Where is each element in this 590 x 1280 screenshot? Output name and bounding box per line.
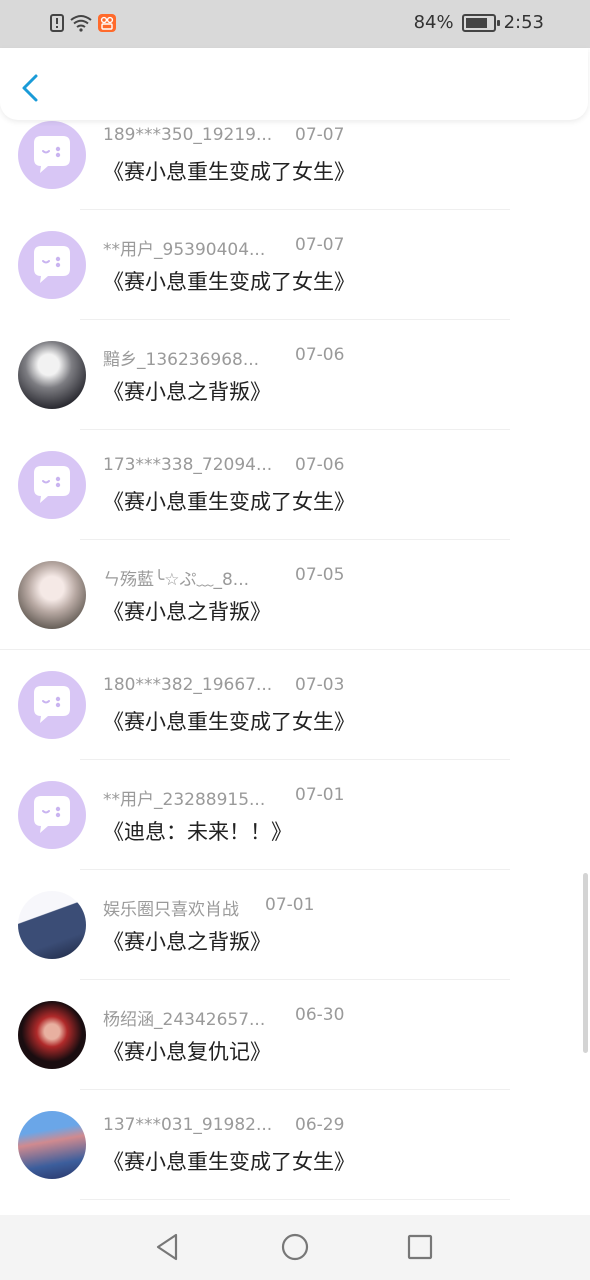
item-meta: 137***031_91982... 06-29 xyxy=(103,1115,344,1139)
divider xyxy=(0,649,590,650)
user-photo-avatar[interactable] xyxy=(18,561,86,629)
home-circle-icon xyxy=(281,1233,309,1261)
user-photo-avatar[interactable] xyxy=(18,341,86,409)
app-notification-icon xyxy=(98,14,116,32)
divider xyxy=(80,1199,510,1200)
story-title[interactable]: 《赛小息重生变成了女生》 xyxy=(103,706,355,736)
chat-bubble-avatar[interactable] xyxy=(18,671,86,739)
item-meta: **用户_23288915... 07-01 xyxy=(103,785,345,810)
item-meta: 杨绍涵_24342657... 06-30 xyxy=(103,1005,345,1030)
chat-bubble-avatar[interactable] xyxy=(18,781,86,849)
charging-battery-icon xyxy=(461,13,500,32)
user-photo-avatar[interactable] xyxy=(18,1111,86,1179)
status-icons-left xyxy=(50,14,116,32)
list-item[interactable]: 180***382_19667... 07-03 《赛小息重生变成了女生》 xyxy=(0,670,590,780)
chat-bubble-avatar[interactable] xyxy=(18,121,86,189)
story-title[interactable]: 《赛小息重生变成了女生》 xyxy=(103,1146,355,1176)
list-item[interactable]: 娱乐圈只喜欢肖战 07-01 《赛小息之背叛》 xyxy=(0,890,590,1000)
username: **用户_95390404... xyxy=(103,240,266,260)
item-meta: **用户_95390404... 07-07 xyxy=(103,235,345,260)
username: 杨绍涵_24342657... xyxy=(103,1010,266,1030)
story-list[interactable]: 189***350_19219... 07-07 《赛小息重生变成了女生》 **用户_… xyxy=(0,120,590,1215)
story-title[interactable]: 《赛小息重生变成了女生》 xyxy=(103,156,355,186)
scrollbar[interactable] xyxy=(583,873,588,1053)
story-title[interactable]: 《迪息：未来！！》 xyxy=(103,816,292,846)
item-meta: 180***382_19667... 07-03 xyxy=(103,675,344,699)
divider xyxy=(80,209,510,210)
username: ㄣ殇藍╰☆ぷ﹏_8... xyxy=(103,570,250,590)
item-meta: 娱乐圈只喜欢肖战 07-01 xyxy=(103,895,315,920)
chevron-left-icon xyxy=(22,74,38,102)
alert-icon xyxy=(50,14,64,32)
date: 06-29 xyxy=(295,1115,345,1135)
chat-bubble-icon xyxy=(34,246,70,283)
clock: 2:53 xyxy=(503,12,544,33)
user-photo-avatar[interactable] xyxy=(18,891,86,959)
item-meta: 189***350_19219... 07-07 xyxy=(103,125,344,149)
chat-bubble-avatar[interactable] xyxy=(18,451,86,519)
divider xyxy=(80,759,510,760)
story-title[interactable]: 《赛小息之背叛》 xyxy=(103,596,271,626)
list-item[interactable]: 杨绍涵_24342657... 06-30 《赛小息复仇记》 xyxy=(0,1000,590,1110)
chat-bubble-icon xyxy=(34,686,70,723)
story-title[interactable]: 《赛小息复仇记》 xyxy=(103,1036,271,1066)
status-bar: 84% 2:53 xyxy=(0,0,590,48)
list-item[interactable]: 黯乡_136236968... 07-06 《赛小息之背叛》 xyxy=(0,340,590,450)
divider xyxy=(80,869,510,870)
divider xyxy=(80,979,510,980)
top-app-bar xyxy=(0,48,588,120)
system-navigation-bar xyxy=(0,1215,590,1280)
divider xyxy=(80,1089,510,1090)
story-title[interactable]: 《赛小息重生变成了女生》 xyxy=(103,266,355,296)
username: 180***382_19667... xyxy=(103,675,273,695)
nav-home-button[interactable] xyxy=(279,1231,311,1263)
divider xyxy=(80,319,510,320)
back-triangle-icon xyxy=(156,1233,178,1261)
date: 07-06 xyxy=(295,345,345,365)
list-item[interactable]: 137***031_91982... 06-29 《赛小息重生变成了女生》 xyxy=(0,1110,590,1215)
chat-bubble-avatar[interactable] xyxy=(18,231,86,299)
list-item[interactable]: **用户_95390404... 07-07 《赛小息重生变成了女生》 xyxy=(0,230,590,340)
username: 黯乡_136236968... xyxy=(103,350,260,370)
username: 娱乐圈只喜欢肖战 xyxy=(103,900,239,920)
date: 07-01 xyxy=(265,895,315,915)
date: 07-03 xyxy=(295,675,345,695)
username: 189***350_19219... xyxy=(103,125,273,145)
divider xyxy=(80,429,510,430)
user-photo-avatar[interactable] xyxy=(18,1001,86,1069)
item-meta: 173***338_72094... 07-06 xyxy=(103,455,344,479)
date: 07-01 xyxy=(295,785,345,805)
date: 07-05 xyxy=(295,565,345,585)
battery-percent: 84% xyxy=(413,12,454,33)
date: 07-07 xyxy=(295,125,345,145)
list-item[interactable]: **用户_23288915... 07-01 《迪息：未来！！》 xyxy=(0,780,590,890)
date: 07-06 xyxy=(295,455,345,475)
item-meta: ㄣ殇藍╰☆ぷ﹏_8... 07-05 xyxy=(103,565,345,590)
nav-back-button[interactable] xyxy=(152,1231,184,1263)
date: 06-30 xyxy=(295,1005,345,1025)
username: 173***338_72094... xyxy=(103,455,273,475)
date: 07-07 xyxy=(295,235,345,255)
list-item[interactable]: 173***338_72094... 07-06 《赛小息重生变成了女生》 xyxy=(0,450,590,560)
chat-bubble-icon xyxy=(34,136,70,173)
username: 137***031_91982... xyxy=(103,1115,273,1135)
status-icons-right: 84% 2:53 xyxy=(414,12,544,33)
chat-bubble-icon xyxy=(34,466,70,503)
story-title[interactable]: 《赛小息之背叛》 xyxy=(103,376,271,406)
recents-square-icon xyxy=(407,1234,433,1260)
nav-recents-button[interactable] xyxy=(404,1231,436,1263)
chat-bubble-icon xyxy=(34,796,70,833)
story-title[interactable]: 《赛小息之背叛》 xyxy=(103,926,271,956)
wifi-icon xyxy=(70,15,92,32)
back-button[interactable] xyxy=(18,70,48,106)
list-item[interactable]: ㄣ殇藍╰☆ぷ﹏_8... 07-05 《赛小息之背叛》 xyxy=(0,560,590,670)
list-item[interactable]: 189***350_19219... 07-07 《赛小息重生变成了女生》 xyxy=(0,120,590,230)
divider xyxy=(80,539,510,540)
item-meta: 黯乡_136236968... 07-06 xyxy=(103,345,345,370)
username: **用户_23288915... xyxy=(103,790,266,810)
story-title[interactable]: 《赛小息重生变成了女生》 xyxy=(103,486,355,516)
